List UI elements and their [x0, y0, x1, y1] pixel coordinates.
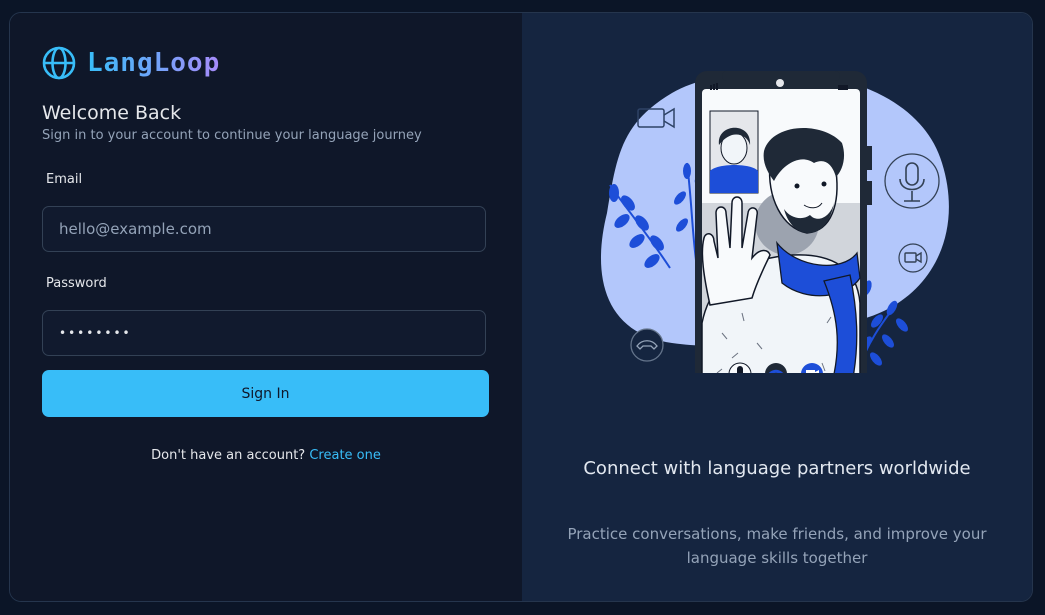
- page-subtitle: Sign in to your account to continue your…: [42, 128, 422, 143]
- phone-circle-icon: [630, 328, 664, 362]
- microphone-circle-icon: [884, 153, 940, 209]
- create-account-link[interactable]: Create one: [309, 448, 381, 463]
- signup-prompt: Don't have an account? Create one: [10, 448, 522, 463]
- login-panel: LangLoop Welcome Back Sign in to your ac…: [10, 13, 522, 601]
- brand-name: LangLoop: [87, 48, 221, 78]
- password-label: Password: [46, 276, 107, 291]
- password-field[interactable]: ••••••••: [42, 310, 486, 356]
- promo-description: Practice conversations, make friends, an…: [567, 525, 987, 567]
- email-field[interactable]: hello@example.com: [42, 206, 486, 252]
- page-title: Welcome Back: [42, 102, 182, 124]
- promo-panel: Connect with language partners worldwide…: [522, 13, 1032, 601]
- signup-text: Don't have an account?: [151, 448, 306, 463]
- video-circle-icon: [898, 243, 928, 273]
- email-label: Email: [46, 172, 83, 187]
- sign-in-button[interactable]: Sign In: [42, 370, 489, 417]
- promo-title: Connect with language partners worldwide: [583, 458, 971, 479]
- login-card: LangLoop Welcome Back Sign in to your ac…: [9, 12, 1033, 602]
- brand-logo[interactable]: LangLoop: [42, 46, 220, 80]
- globe-icon: [42, 46, 76, 80]
- video-call-illustration: [600, 71, 949, 373]
- smartphone: [695, 71, 872, 373]
